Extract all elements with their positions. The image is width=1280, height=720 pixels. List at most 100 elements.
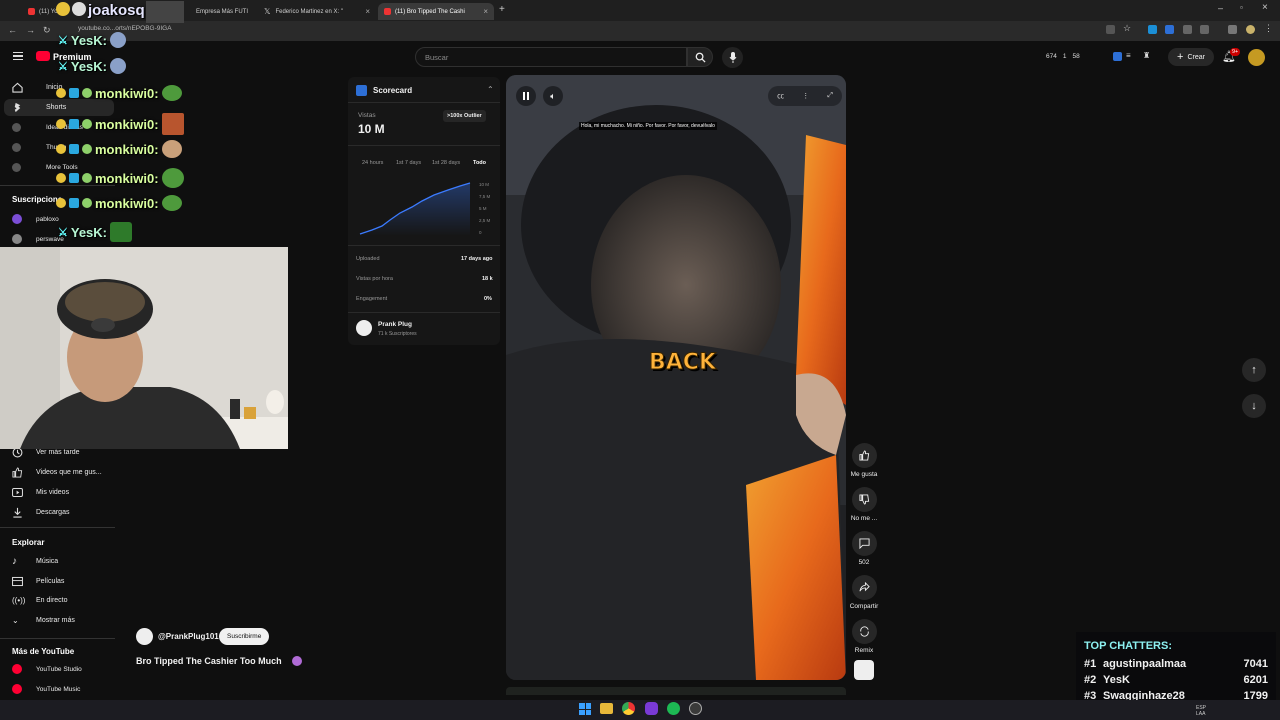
sword-icon: ⚔ — [58, 34, 68, 47]
fullscreen-icon[interactable]: ⤢ — [827, 92, 833, 100]
sidebar-item-movies[interactable]: Películas — [12, 576, 64, 587]
chat-message: monkiwi0: — [56, 85, 182, 101]
pause-button[interactable] — [516, 86, 536, 106]
short-video-player[interactable] — [506, 75, 846, 680]
comments-button[interactable]: 502 — [849, 531, 879, 566]
language-indicator[interactable]: ESP LAA — [1196, 705, 1208, 717]
search-icon — [695, 52, 706, 63]
back-icon[interactable]: ← — [8, 25, 17, 35]
extension-icon[interactable] — [1200, 25, 1209, 34]
range-tab-7d[interactable]: 1st 7 days — [396, 160, 421, 166]
extension-icon[interactable] — [1113, 52, 1122, 61]
search-input[interactable]: Buscar — [415, 47, 687, 67]
channel-avatar[interactable] — [356, 320, 372, 336]
download-icon — [13, 507, 22, 518]
close-window-icon[interactable]: × — [1262, 2, 1268, 13]
share-button[interactable]: Compartir — [849, 575, 879, 610]
y-tick: 7,5 M — [479, 194, 491, 199]
create-button[interactable]: + Crear — [1168, 48, 1214, 66]
collapse-chevron-icon[interactable]: ⌃ — [487, 85, 494, 94]
sidebar-item-liked[interactable]: Videos que me gus... — [12, 467, 102, 478]
captions-icon[interactable]: ㏄ — [777, 91, 784, 101]
range-tab-all[interactable]: Todo — [473, 160, 486, 166]
app-icon[interactable] — [689, 702, 702, 715]
channel-avatar[interactable] — [136, 628, 153, 645]
range-tab-24h[interactable]: 24 hours — [362, 160, 383, 166]
trophy-icon[interactable]: ♜ — [1143, 51, 1150, 60]
queue-icon[interactable]: ≡ — [1126, 51, 1131, 60]
browser-tab-active[interactable]: (11) Bro Tipped The Cashi × — [378, 3, 494, 20]
reload-icon[interactable]: ↻ — [43, 25, 51, 36]
subscription-item[interactable]: perswave — [12, 234, 64, 244]
sidebar-item-my-videos[interactable]: Mis videos — [12, 487, 69, 498]
top-chatter-row: #2 YesK 6201 — [1084, 674, 1268, 686]
address-bar-row: ← → ↻ — [0, 21, 1280, 41]
emote-icon — [110, 222, 133, 242]
channel-handle[interactable]: @PrankPlug101 — [158, 632, 219, 641]
dislike-button[interactable]: No me ... — [849, 487, 879, 522]
next-short-button[interactable]: ↓ — [1242, 394, 1266, 418]
spotify-icon[interactable] — [667, 702, 680, 715]
thumbs-up-icon — [12, 467, 23, 478]
audio-thumbnail[interactable] — [854, 660, 874, 680]
browser-tab[interactable]: Empresa Más FUTI — [190, 3, 256, 20]
sidebar-item-shorts[interactable]: Shorts — [12, 102, 66, 113]
extension-icon[interactable] — [1228, 25, 1237, 34]
previous-short-button[interactable]: ↑ — [1242, 358, 1266, 382]
emote-icon — [110, 32, 127, 48]
close-tab-icon[interactable]: × — [483, 7, 488, 16]
subscribe-button[interactable]: Suscribirme — [219, 628, 270, 645]
sidebar-item-home[interactable]: Inicio — [12, 82, 62, 93]
account-avatar[interactable] — [1248, 49, 1265, 66]
app-icon[interactable] — [645, 702, 658, 715]
star-icon[interactable]: ☆ — [1123, 23, 1132, 33]
sidebar-item-downloads[interactable]: Descargas — [12, 507, 69, 518]
channel-name[interactable]: Prank Plug — [378, 321, 412, 328]
url-field[interactable]: youtube.co...orts/nEPOBG-9IGA — [78, 25, 172, 32]
browser-tab[interactable]: 𝕏 Federico Martinez en X: " × — [258, 3, 376, 20]
tool-icon — [12, 163, 21, 172]
sidebar-item-show-more[interactable]: ⌄ Mostrar más — [12, 616, 75, 625]
hamburger-menu-icon[interactable] — [13, 52, 23, 60]
forward-icon[interactable]: → — [26, 25, 35, 35]
chrome-icon[interactable] — [622, 702, 635, 715]
sidebar-item-studio[interactable]: YouTube Studio — [12, 664, 82, 674]
chat-message: ⚔ YesK: — [58, 32, 127, 48]
sidebar-item-music[interactable]: ♪ Música — [12, 556, 58, 567]
file-explorer-icon[interactable] — [600, 703, 613, 714]
sidebar-item-yt-music[interactable]: YouTube Music — [12, 684, 80, 694]
sidebar-item-live[interactable]: ((•)) En directo — [12, 596, 68, 605]
y-tick: 2,5 M — [479, 218, 491, 223]
thumbs-up-icon — [858, 450, 869, 461]
youtube-logo-icon[interactable] — [36, 51, 50, 61]
extension-icon[interactable] — [1106, 25, 1115, 34]
subscriptions-heading[interactable]: Suscripcione — [12, 195, 62, 204]
maximize-icon[interactable]: ▫ — [1240, 3, 1243, 12]
y-tick: 5 M — [479, 206, 487, 211]
minimize-icon[interactable]: – — [1218, 3, 1223, 13]
extension-icon[interactable] — [1165, 25, 1174, 34]
extension-icon[interactable] — [1148, 25, 1157, 34]
divider — [348, 312, 500, 313]
badge-icon — [82, 144, 92, 154]
new-tab-icon[interactable]: + — [499, 4, 505, 15]
badge-icon — [69, 119, 79, 129]
windows-start-icon[interactable] — [579, 703, 591, 715]
voice-search-button[interactable] — [722, 47, 743, 68]
profile-avatar[interactable] — [1246, 25, 1255, 34]
volume-button[interactable]: 🔈︎ — [543, 86, 563, 106]
close-tab-icon[interactable]: × — [365, 7, 370, 16]
badge-icon — [82, 173, 92, 183]
subscription-item[interactable]: pabloxo — [12, 214, 59, 224]
search-button[interactable] — [687, 47, 713, 67]
outlier-badge: >100x Outlier — [443, 110, 486, 122]
more-options-icon[interactable]: ⋮ — [802, 92, 809, 100]
remix-button[interactable]: Remix — [849, 619, 879, 654]
range-tab-28d[interactable]: 1st 28 days — [432, 160, 460, 166]
badge-icon — [69, 198, 79, 208]
like-button[interactable]: Me gusta — [849, 443, 879, 478]
extension-icon[interactable] — [1183, 25, 1192, 34]
emoji-icon — [292, 656, 302, 666]
menu-kebab-icon[interactable]: ⋮ — [1264, 23, 1273, 33]
browser-tab[interactable]: (11) Yo — [22, 3, 58, 20]
